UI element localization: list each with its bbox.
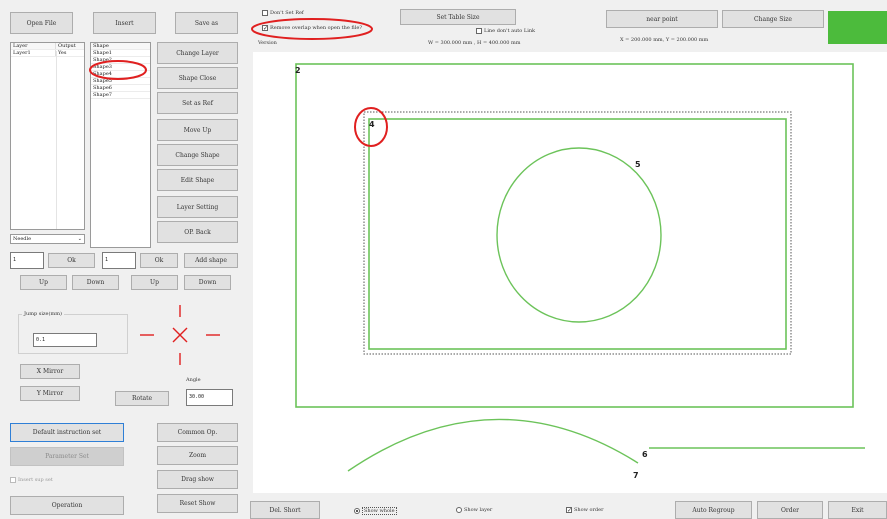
shape-label-2: 2 <box>295 66 301 75</box>
layer-setting-button[interactable]: Layer Setting <box>157 196 238 218</box>
op-back-button[interactable]: OP. Back <box>157 221 238 243</box>
show-order-checkbox[interactable]: ✓ Show order <box>566 507 604 514</box>
layer-list[interactable]: Layer Output Layer1 Yes <box>10 42 85 230</box>
checkbox-box <box>476 28 482 34</box>
type-dropdown[interactable]: Needle ⌄ <box>10 234 85 244</box>
open-file-button[interactable]: Open File <box>10 12 73 34</box>
layer-name-cell: Layer1 <box>11 50 56 56</box>
shape-close-button[interactable]: Shape Close <box>157 67 238 89</box>
change-shape-button[interactable]: Change Shape <box>157 144 238 166</box>
show-layer-label: Show layer <box>464 507 493 513</box>
down-button-1[interactable]: Down <box>72 275 119 290</box>
shape-arc[interactable] <box>347 418 639 472</box>
number-input-2[interactable]: 1 <box>102 252 136 269</box>
radio-dot <box>456 507 462 513</box>
list-item[interactable]: Shape6 <box>91 85 150 92</box>
common-op-button[interactable]: Common Op. <box>157 423 238 442</box>
save-as-button[interactable]: Save as <box>175 12 238 34</box>
checkbox-box: ✓ <box>566 507 573 514</box>
edit-shape-button[interactable]: Edit Shape <box>157 169 238 191</box>
shape-rect-inner[interactable] <box>368 118 787 350</box>
show-layer-radio[interactable]: Show layer <box>456 507 492 513</box>
table-row[interactable]: Layer1 Yes <box>11 50 84 57</box>
status-indicator <box>828 11 887 44</box>
insert-sup-set-checkbox[interactable]: Insert sup set <box>10 477 53 483</box>
set-as-ref-button[interactable]: Set as Ref <box>157 92 238 114</box>
show-whole-radio[interactable]: Show whole <box>354 507 397 515</box>
y-mirror-button[interactable]: Y Mirror <box>20 386 80 401</box>
list-item[interactable]: Shape7 <box>91 92 150 99</box>
auto-regroup-button[interactable]: Auto Regroup <box>675 501 752 519</box>
table-size-text: W = 300.000 mm , H = 400.000 mm <box>428 40 521 46</box>
default-instruction-set-button[interactable]: Default instruction set <box>10 423 124 442</box>
jump-size-input[interactable]: 0.1 <box>33 333 97 347</box>
zoom-button[interactable]: Zoom <box>157 446 238 465</box>
del-short-button[interactable]: Del. Short <box>250 501 320 519</box>
angle-label: Angle <box>186 377 201 383</box>
order-button[interactable]: Order <box>757 501 823 519</box>
ok-button-1[interactable]: Ok <box>48 253 95 268</box>
xy-text: X = 200.000 mm, Y = 200.000 mm <box>620 37 709 43</box>
direction-pad[interactable] <box>140 305 220 365</box>
red-highlight-ellipse-top <box>251 18 373 40</box>
shape-circle[interactable] <box>496 147 662 323</box>
change-layer-button[interactable]: Change Layer <box>157 42 238 64</box>
x-mirror-button[interactable]: X Mirror <box>20 364 80 379</box>
shape-item-label: Shape6 <box>93 85 112 91</box>
shape-list-header: Shape <box>91 43 150 50</box>
jump-size-label: Jump size(mm) <box>22 311 64 317</box>
number-input-1[interactable]: 1 <box>10 252 44 269</box>
output-header: Output <box>58 43 76 49</box>
shape-header: Shape <box>93 43 109 49</box>
column-divider <box>56 51 57 229</box>
checkbox-box <box>10 477 16 483</box>
layer-output-cell: Yes <box>58 50 67 56</box>
shape-rect-outer[interactable] <box>295 63 854 408</box>
up-button-2[interactable]: Up <box>131 275 178 290</box>
layer-list-header: Layer Output <box>11 43 84 50</box>
shape-label-5: 5 <box>635 160 641 169</box>
operation-button[interactable]: Operation <box>10 496 124 515</box>
shape-item-label: Shape7 <box>93 92 112 98</box>
insert-button[interactable]: Insert <box>93 12 156 34</box>
move-up-button[interactable]: Move Up <box>157 119 238 141</box>
show-order-label: Show order <box>574 507 604 513</box>
shape-label-7: 7 <box>633 471 639 480</box>
drawing-canvas[interactable]: 2 4 5 6 7 <box>253 52 887 493</box>
ok-button-2[interactable]: Ok <box>140 253 178 268</box>
layer-header: Layer <box>11 43 56 49</box>
chevron-down-icon: ⌄ <box>77 236 82 242</box>
rotate-button[interactable]: Rotate <box>115 391 169 406</box>
version-label: Version <box>258 40 277 46</box>
dropdown-value: Needle <box>13 236 32 242</box>
set-table-size-button[interactable]: Set Table Size <box>400 9 516 25</box>
parameter-set-button: Parameter Set <box>10 447 124 466</box>
down-button-2[interactable]: Down <box>184 275 231 290</box>
angle-input[interactable]: 30.00 <box>186 389 233 406</box>
change-size-button[interactable]: Change Size <box>722 10 824 28</box>
up-button-1[interactable]: Up <box>20 275 67 290</box>
red-highlight-ellipse <box>89 60 147 80</box>
drawing-svg <box>295 63 865 472</box>
reset-show-button[interactable]: Reset Show <box>157 494 238 513</box>
list-item[interactable]: Shape1 <box>91 50 150 57</box>
radio-dot <box>354 508 360 514</box>
near-point-button[interactable]: near point <box>606 10 718 28</box>
line-dont-auto-link-checkbox[interactable]: Line don't auto Link <box>476 28 535 34</box>
shape-label-6: 6 <box>642 450 648 459</box>
shape-label-4: 4 <box>369 120 375 129</box>
exit-button[interactable]: Exit <box>828 501 887 519</box>
add-shape-button[interactable]: Add shape <box>184 253 238 268</box>
shape-item-label: Shape1 <box>93 50 112 56</box>
line-dont-auto-link-label: Line don't auto Link <box>484 28 536 34</box>
show-whole-label: Show whole <box>362 507 397 515</box>
drag-show-button[interactable]: Drag show <box>157 470 238 489</box>
insert-sup-set-label: Insert sup set <box>18 477 53 483</box>
